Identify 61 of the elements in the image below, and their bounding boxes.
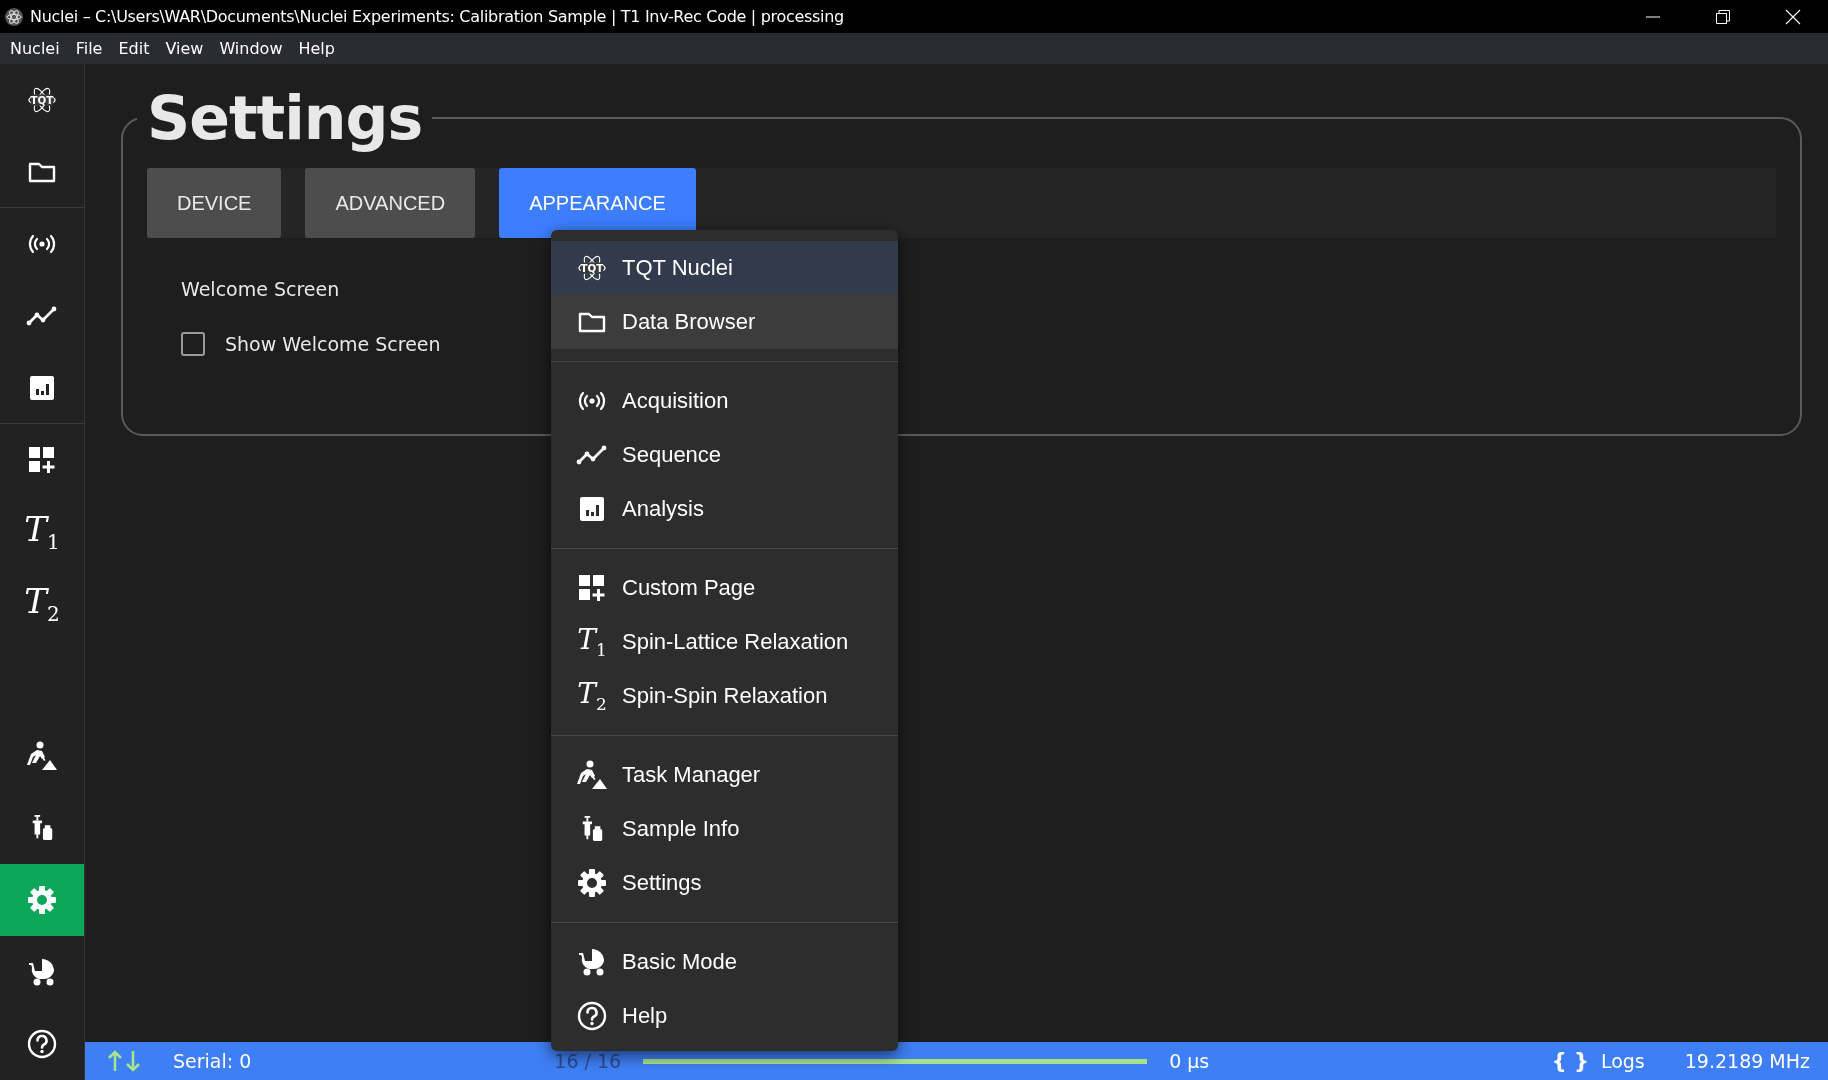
t-symbol-icon: T$_{1}$ <box>24 512 60 552</box>
stroller-icon <box>577 948 607 976</box>
sidebar-item[interactable]: TQT <box>0 64 84 136</box>
checkbox-label: Show Welcome Screen <box>225 333 441 355</box>
sidebar-item[interactable]: T$_{2}$ <box>0 568 84 640</box>
bar-chart-icon <box>579 496 605 522</box>
dashboard-add-icon <box>578 574 606 602</box>
menu-item[interactable]: TQT TQT Nuclei <box>551 241 898 295</box>
dashboard-add-icon <box>28 446 56 474</box>
window-title: Nuclei – C:\Users\WAR\Documents\Nuclei Experiments: Calibration Sample | T1 Inv-Rec Code | processing <box>30 7 844 26</box>
menu-item[interactable]: Data Browser <box>551 295 898 349</box>
checkbox[interactable] <box>181 332 205 356</box>
menu-item[interactable]: Help <box>290 39 343 58</box>
line-graph-icon <box>26 306 58 326</box>
tab[interactable]: ADVANCED <box>305 168 476 238</box>
line-graph-icon <box>576 445 608 465</box>
menu-item[interactable]: File <box>67 39 111 58</box>
t-symbol-icon: T$_{2}$ <box>24 584 60 624</box>
menu-item[interactable]: Basic Mode <box>551 935 898 989</box>
menu-item[interactable]: T$_{2}$ Spin-Spin Relaxation <box>551 669 898 723</box>
menu-item[interactable]: Settings <box>551 856 898 910</box>
tab[interactable]: DEVICE <box>147 168 282 238</box>
menu-item[interactable]: Sample Info <box>551 802 898 856</box>
menu-item[interactable]: Nuclei <box>2 39 68 58</box>
menu-item[interactable]: Sequence <box>551 428 898 482</box>
settings-icon <box>577 868 607 898</box>
t-symbol-icon: T$_{1}$ <box>577 625 607 659</box>
folder-icon <box>578 310 606 334</box>
t-symbol-icon: T$_{2}$ <box>577 679 607 713</box>
menu-item[interactable]: Analysis <box>551 482 898 536</box>
up-down-arrows-icon <box>107 1050 141 1072</box>
atom-logo-icon <box>4 6 24 27</box>
bar-chart-icon <box>29 374 55 401</box>
restore-icon[interactable] <box>1715 8 1731 25</box>
menu-item[interactable]: Custom Page <box>551 561 898 615</box>
menu-item[interactable]: T$_{1}$ Spin-Lattice Relaxation <box>551 615 898 669</box>
broadcast-icon <box>27 234 57 254</box>
time-label: 0 µs <box>1169 1050 1210 1072</box>
menu-item[interactable]: View <box>157 39 212 58</box>
logs-link[interactable]: Logs <box>1600 1050 1645 1072</box>
serial-label: Serial: 0 <box>173 1050 252 1072</box>
section-heading: Welcome Screen <box>181 278 341 300</box>
tab[interactable]: APPEARANCE <box>499 168 696 238</box>
page-title: Settings <box>146 86 424 150</box>
menu-item[interactable]: Acquisition <box>551 374 898 428</box>
progress-count: 16 / 16 <box>554 1050 622 1072</box>
menu-item[interactable]: Task Manager <box>551 748 898 802</box>
menu-item[interactable]: Help <box>551 989 898 1043</box>
help-icon <box>577 1001 607 1031</box>
sidebar-item[interactable]: T$_{1}$ <box>0 496 84 568</box>
braces-icon[interactable]: { } <box>1551 1049 1589 1073</box>
close-icon[interactable] <box>1785 8 1801 25</box>
stroller-icon <box>27 958 57 986</box>
digging-person-icon <box>576 760 608 790</box>
menu-item[interactable]: Edit <box>110 39 158 58</box>
digging-person-icon <box>26 741 58 771</box>
help-icon <box>27 1029 57 1059</box>
broadcast-icon <box>577 391 607 411</box>
menu-item[interactable]: Window <box>211 39 291 58</box>
settings-icon <box>27 885 57 915</box>
frequency-label: 19.2189 MHz <box>1684 1050 1810 1072</box>
